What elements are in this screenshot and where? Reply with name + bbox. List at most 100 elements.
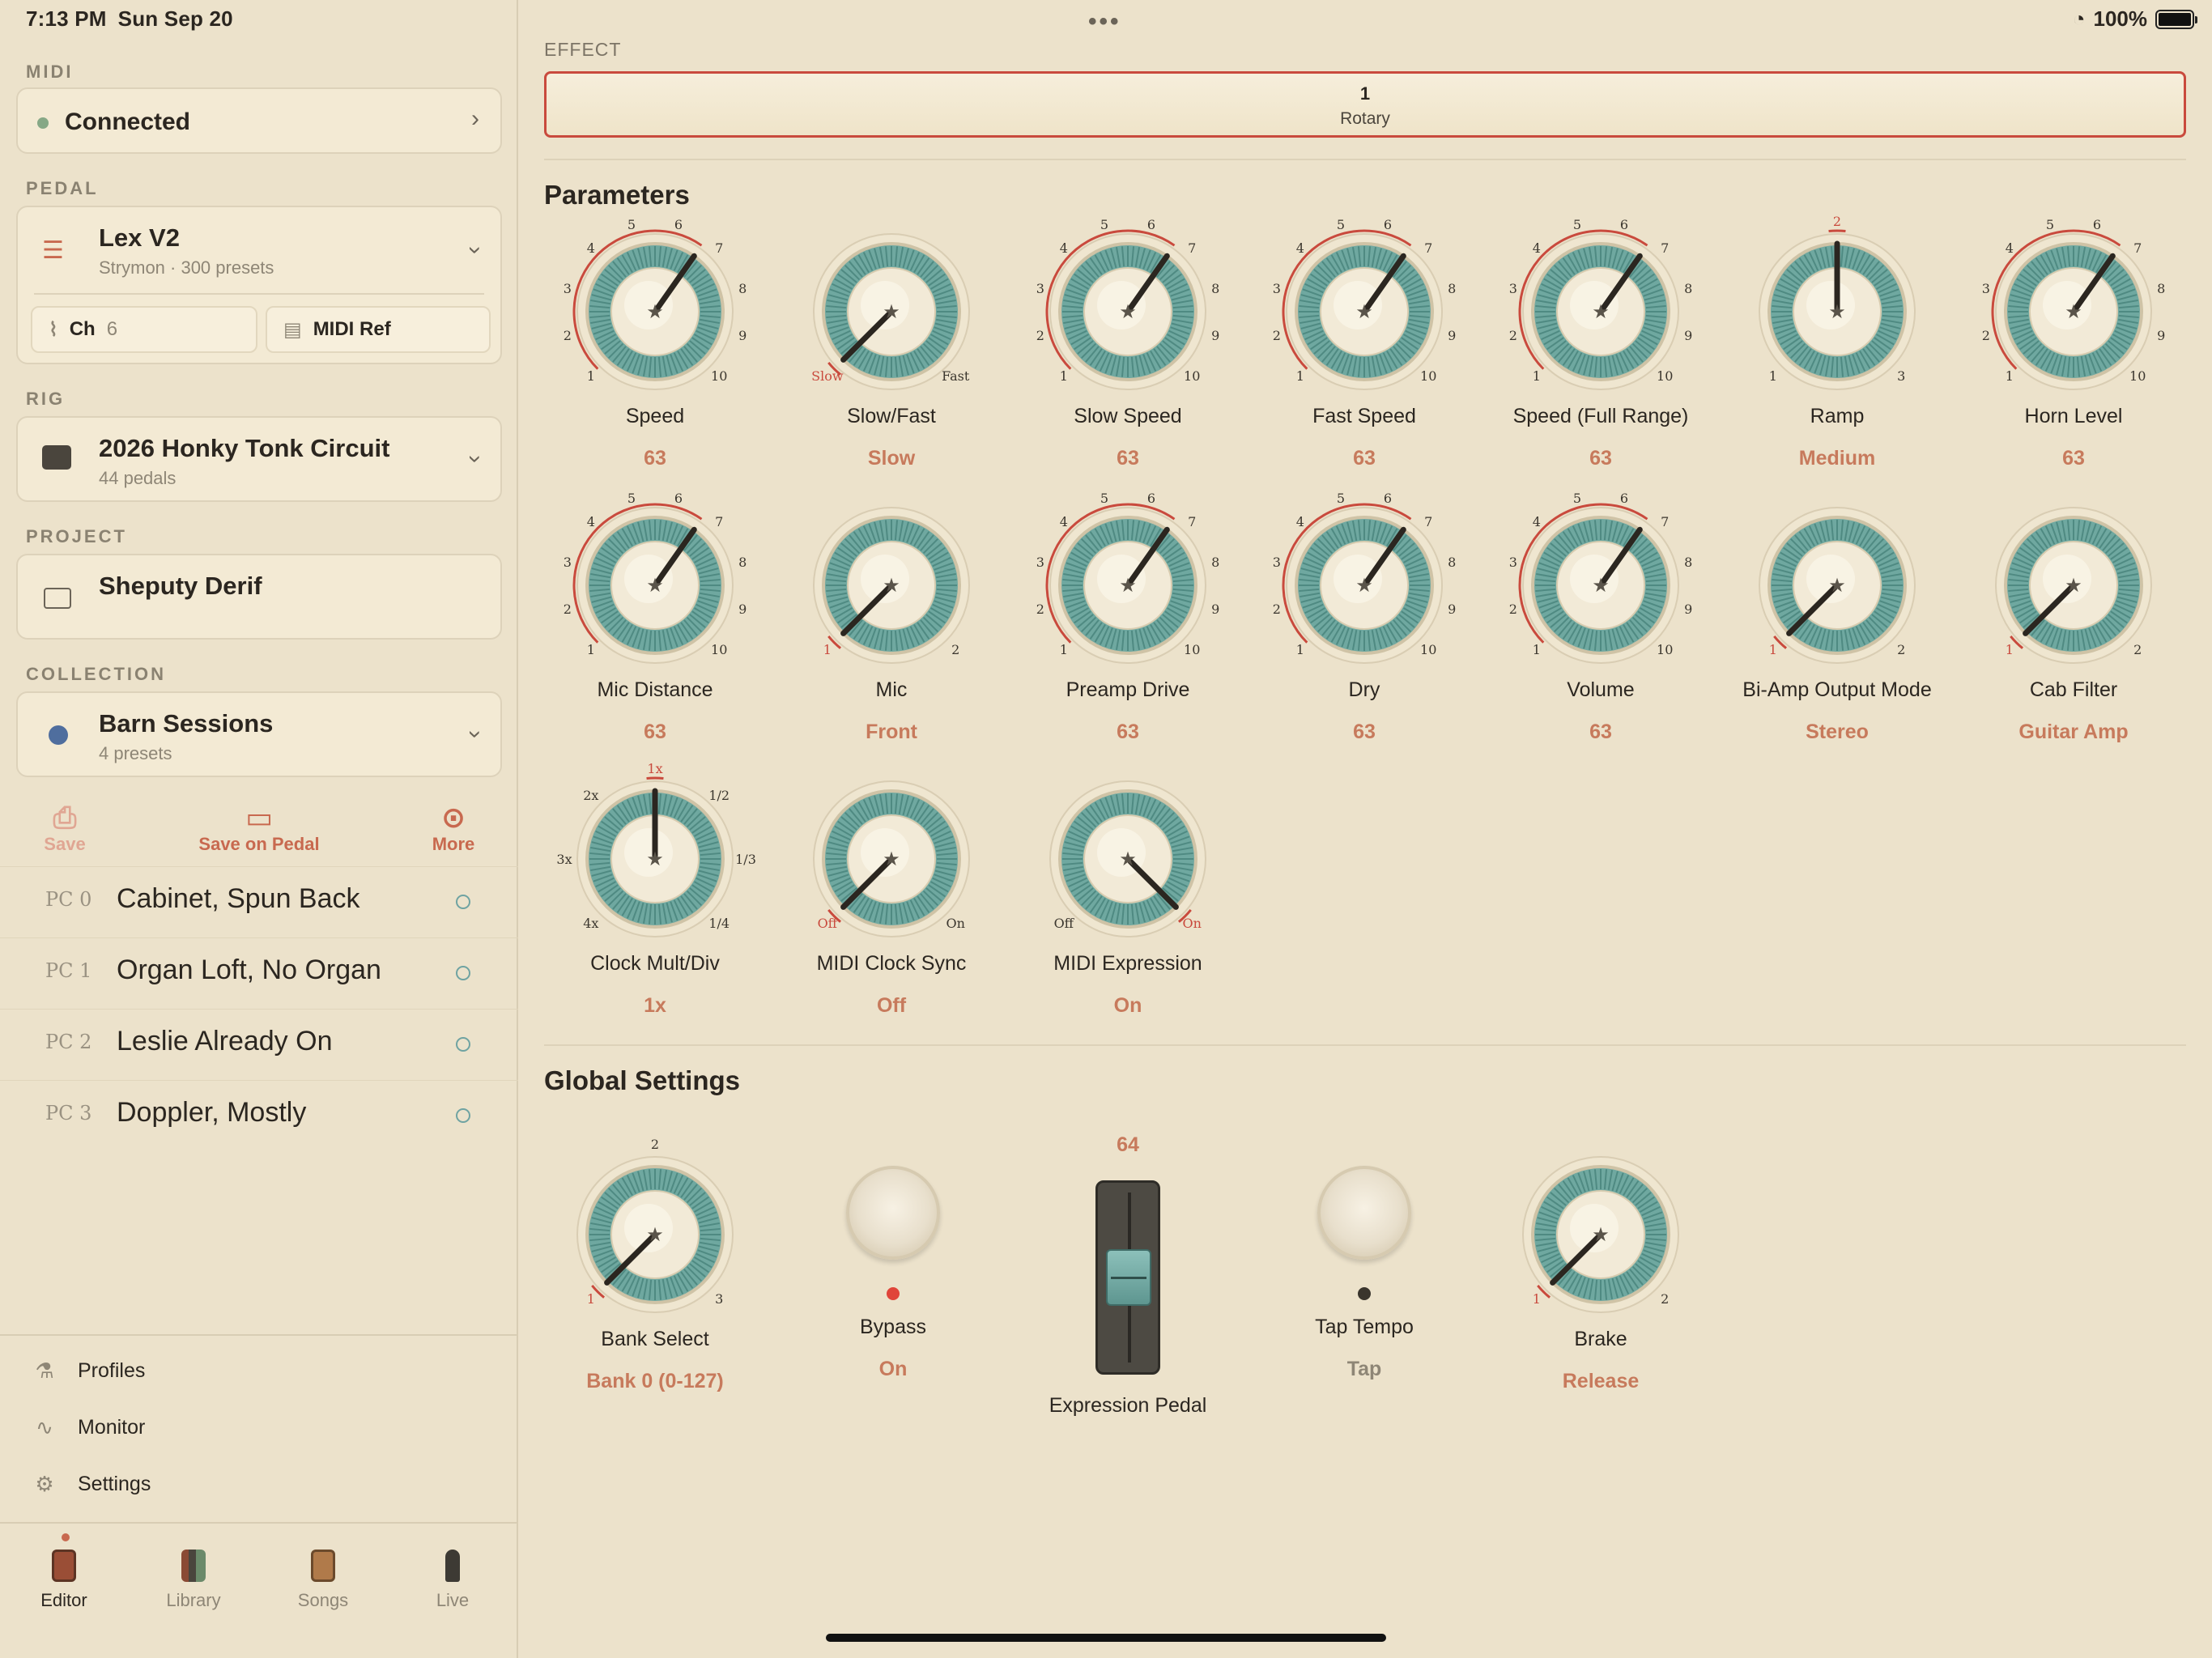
knob-dial[interactable]: 4x 3x 2x 1x 1/2 1/3 1/4 ★: [556, 761, 756, 944]
svg-text:1: 1: [587, 642, 595, 657]
tap-tempo-footswitch[interactable]: [1317, 1166, 1411, 1260]
knob-clock-mult-div[interactable]: 4x 3x 2x 1x 1/2 1/3 1/4 ★ Clock Mult/Div 1x: [538, 761, 772, 1025]
knob-dial[interactable]: 1 2 3 4 5 6 7 8 9 10 ★: [1036, 491, 1219, 670]
tap-tempo-control[interactable]: Tap Tempo Tap: [1247, 1158, 1482, 1417]
preset-status-ring[interactable]: [456, 895, 470, 909]
preset-status-ring[interactable]: [456, 966, 470, 980]
svg-text:10: 10: [1657, 368, 1673, 384]
svg-text:4: 4: [587, 514, 595, 529]
knob-bank-select[interactable]: 1 2 3 ★ Bank Select Bank 0 (0-127): [538, 1137, 772, 1401]
knob-preamp-drive[interactable]: 1 2 3 4 5 6 7 8 9 10 ★ Preamp Drive 63: [1010, 491, 1245, 751]
bypass-footswitch[interactable]: [846, 1166, 940, 1260]
midi-ref-button[interactable]: ▤ MIDI Ref: [266, 306, 491, 353]
knob-dial[interactable]: 1 2 3 ★: [1759, 214, 1916, 397]
expression-fader-track[interactable]: [1095, 1180, 1160, 1375]
project-card[interactable]: Sheputy Derif: [16, 554, 502, 640]
expression-fader-thumb[interactable]: [1106, 1249, 1151, 1306]
knob-dial[interactable]: 1 2 3 4 5 6 7 8 9 10 ★: [1036, 217, 1219, 397]
svg-text:Off: Off: [1054, 916, 1075, 931]
knob-dial[interactable]: 1 2 3 4 5 6 7 8 9 10 ★: [1982, 217, 2165, 397]
tab-songs[interactable]: Songs: [270, 1550, 376, 1611]
pedal-section-label: PEDAL: [26, 178, 99, 198]
preset-row[interactable]: PC 1 Organ Loft, No Organ: [0, 937, 518, 1009]
midi-connection-card[interactable]: Connected ›: [16, 87, 502, 154]
knob-dry[interactable]: 1 2 3 4 5 6 7 8 9 10 ★ Dry 63: [1247, 491, 1482, 751]
preset-row[interactable]: PC 3 Doppler, Mostly: [0, 1080, 518, 1151]
knob-dial[interactable]: Off On ★: [1049, 780, 1206, 944]
knob-bi-amp-output-mode[interactable]: 1 2 ★ Bi-Amp Output Mode Stereo: [1720, 507, 1955, 751]
knob-brake[interactable]: 1 2 ★ Brake Release: [1483, 1156, 1718, 1401]
tab-editor[interactable]: Editor: [11, 1550, 117, 1611]
svg-text:1/2: 1/2: [708, 788, 730, 803]
preset-status-ring[interactable]: [456, 1108, 470, 1123]
tab-live[interactable]: Live: [400, 1550, 505, 1611]
svg-text:3: 3: [564, 281, 572, 296]
knob-dial[interactable]: 1 2 ★: [1522, 1156, 1679, 1320]
knob-dial[interactable]: 1 2 3 4 5 6 7 8 9 10 ★: [1509, 491, 1692, 670]
save-on-pedal-button[interactable]: ▭ Save on Pedal: [178, 801, 340, 855]
svg-text:1: 1: [1533, 642, 1541, 657]
midi-channel-button[interactable]: ⌇ Ch 6: [31, 306, 257, 353]
knob-speed[interactable]: 1 2 3 4 5 6 7 8 9 10 ★ Speed 63: [538, 217, 772, 478]
svg-text:4: 4: [1533, 514, 1541, 529]
knob-slow-fast[interactable]: Slow Fast ★ Slow/Fast Slow: [774, 233, 1009, 478]
svg-text:1: 1: [1769, 368, 1777, 384]
preset-pc: PC 3: [45, 1102, 92, 1124]
knob-mic[interactable]: 1 2 ★ Mic Front: [774, 507, 1009, 751]
svg-text:6: 6: [674, 217, 683, 232]
chevron-down-icon[interactable]: ›: [462, 730, 489, 738]
knob-midi-clock-sync[interactable]: Off On ★ MIDI Clock Sync Off: [774, 780, 1009, 1025]
collection-card[interactable]: Barn Sessions 4 presets ›: [16, 691, 502, 777]
knob-mic-distance[interactable]: 1 2 3 4 5 6 7 8 9 10 ★ Mic Distance 63: [538, 491, 772, 751]
monitor-item[interactable]: ∿ Monitor: [32, 1415, 145, 1440]
profiles-item[interactable]: ⚗ Profiles: [32, 1358, 145, 1384]
preset-row[interactable]: PC 0 Cabinet, Spun Back: [0, 866, 518, 937]
knob-dial[interactable]: 1 2 3 4 5 6 7 8 9 10 ★: [1509, 217, 1692, 397]
svg-text:10: 10: [1184, 642, 1200, 657]
svg-text:1: 1: [587, 1291, 595, 1307]
battery-icon: [2155, 9, 2197, 29]
knob-slow-speed[interactable]: 1 2 3 4 5 6 7 8 9 10 ★ Slow Speed 63: [1010, 217, 1245, 478]
settings-item[interactable]: ⚙ Settings: [32, 1472, 151, 1497]
knob-horn-level[interactable]: 1 2 3 4 5 6 7 8 9 10 ★ Horn Level 63: [1956, 217, 2191, 478]
expression-pedal-control[interactable]: 64 Expression Pedal: [1010, 1133, 1245, 1425]
knob-ramp[interactable]: 1 2 3 ★ Ramp Medium: [1720, 214, 1955, 478]
knob-dial[interactable]: 1 2 ★: [1759, 507, 1916, 670]
chevron-down-icon[interactable]: ›: [462, 455, 489, 463]
svg-text:6: 6: [1620, 217, 1628, 232]
pedal-card[interactable]: ☰ Lex V2 Strymon · 300 presets › ⌇ Ch 6 …: [16, 206, 502, 364]
knob-volume[interactable]: 1 2 3 4 5 6 7 8 9 10 ★ Volume 63: [1483, 491, 1718, 751]
knob-midi-expression[interactable]: Off On ★ MIDI Expression On: [1010, 780, 1245, 1025]
knob-cab-filter[interactable]: 1 2 ★ Cab Filter Guitar Amp: [1956, 507, 2191, 751]
multitask-dots[interactable]: •••: [1088, 8, 1121, 36]
preset-status-ring[interactable]: [456, 1037, 470, 1052]
knob-dial[interactable]: 1 2 3 ★: [576, 1137, 734, 1320]
more-button[interactable]: ⊙ More: [413, 801, 494, 855]
knob-dial[interactable]: 1 2 ★: [1995, 507, 2152, 670]
knob-dial[interactable]: 1 2 3 4 5 6 7 8 9 10 ★: [1273, 491, 1456, 670]
knob-value: 63: [1589, 721, 1612, 743]
preset-row[interactable]: PC 2 Leslie Already On: [0, 1009, 518, 1080]
rig-card[interactable]: 2026 Honky Tonk Circuit 44 pedals ›: [16, 416, 502, 502]
midi-section-label: MIDI: [26, 62, 74, 82]
svg-text:★: ★: [646, 575, 664, 597]
tab-library[interactable]: Library: [141, 1550, 246, 1611]
knob-dial[interactable]: 1 2 3 4 5 6 7 8 9 10 ★: [564, 217, 747, 397]
knob-dial[interactable]: Off On ★: [813, 780, 970, 944]
knob-dial[interactable]: 1 2 3 4 5 6 7 8 9 10 ★: [1273, 217, 1456, 397]
effect-selector[interactable]: 1 Rotary: [544, 71, 2186, 138]
knob-dial[interactable]: 1 2 ★: [813, 507, 970, 670]
chevron-down-icon[interactable]: ›: [462, 246, 489, 254]
svg-text:10: 10: [1420, 642, 1436, 657]
svg-text:2: 2: [2133, 642, 2142, 657]
svg-text:10: 10: [711, 642, 727, 657]
bypass-control[interactable]: Bypass On: [776, 1158, 1010, 1417]
knob-fast-speed[interactable]: 1 2 3 4 5 6 7 8 9 10 ★ Fast Speed 63: [1247, 217, 1482, 478]
knob-dial[interactable]: 1 2 3 4 5 6 7 8 9 10 ★: [564, 491, 747, 670]
save-button[interactable]: ⎙ Save: [24, 801, 105, 855]
tab-editor-label: Editor: [40, 1590, 87, 1610]
knob-speed-full-range-[interactable]: 1 2 3 4 5 6 7 8 9 10 ★ Speed (Full Range) 63: [1483, 217, 1718, 478]
knob-dial[interactable]: Slow Fast ★: [811, 233, 970, 397]
svg-text:★: ★: [646, 1224, 664, 1246]
knob-value: 63: [1353, 447, 1376, 470]
